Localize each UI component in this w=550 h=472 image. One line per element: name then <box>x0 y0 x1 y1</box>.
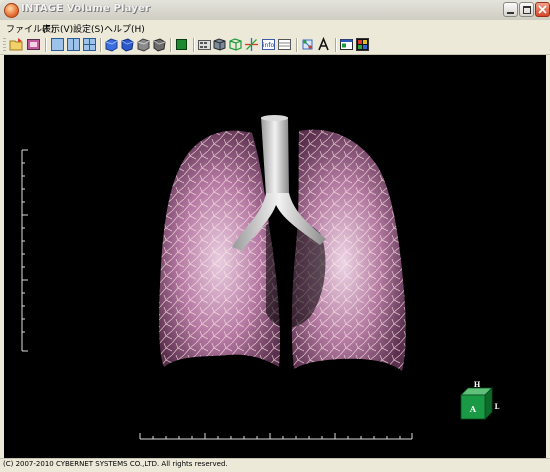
open-file-icon <box>9 38 23 51</box>
maximize-button[interactable] <box>519 2 534 17</box>
palette-button[interactable] <box>355 37 370 52</box>
svg-text:info: info <box>263 42 275 49</box>
layout-single-icon <box>51 38 64 51</box>
export-icon <box>27 39 40 50</box>
volume-blue-rotate-button[interactable] <box>120 37 135 52</box>
window-icon <box>340 39 353 50</box>
horizontal-scale-ruler <box>139 433 413 440</box>
menu-settings[interactable]: 設定(S) <box>73 22 104 35</box>
minimize-button[interactable] <box>503 2 518 17</box>
layout-double-icon <box>67 38 80 51</box>
toolbar-separator <box>45 38 47 52</box>
toolbar: info <box>0 36 550 55</box>
volume-green-icon <box>176 39 187 50</box>
menu-bar: ファイル(F) 表示(V) 設定(S) ヘルプ(H) <box>0 20 550 36</box>
grid-icon <box>278 39 291 50</box>
wireframe-cube-icon <box>229 38 242 51</box>
copyright-text: (C) 2007-2010 CYBERNET SYSTEMS CO.,LTD. … <box>3 460 228 468</box>
app-icon[interactable] <box>4 3 19 18</box>
volume-blue-rotate-icon <box>121 38 134 52</box>
close-icon <box>538 5 547 14</box>
minimize-icon <box>507 12 514 14</box>
wireframe-cube-button[interactable] <box>228 37 243 52</box>
close-button[interactable] <box>535 2 550 17</box>
network-button[interactable] <box>300 37 315 52</box>
palette-icon <box>356 38 369 51</box>
app-window: INTAGE Volume Player ファイル(F) 表示(V) 設定(S)… <box>0 0 550 472</box>
volume-viewport[interactable]: A H L <box>4 55 546 458</box>
layout-single-button[interactable] <box>50 37 65 52</box>
layout-quad-icon <box>83 38 96 51</box>
volume-gray-button[interactable] <box>136 37 151 52</box>
volume-gray-icon <box>137 38 150 52</box>
toolbar-separator <box>335 38 337 52</box>
animation-icon <box>198 40 211 50</box>
info-icon: info <box>262 39 275 50</box>
toolbar-separator <box>170 38 172 52</box>
toolbar-grip[interactable] <box>3 38 6 52</box>
axes-icon <box>245 38 258 51</box>
maximize-icon <box>523 6 531 14</box>
open-file-button[interactable] <box>9 37 24 52</box>
volume-render-canvas[interactable]: A H L <box>4 55 546 458</box>
layout-double-button[interactable] <box>66 37 81 52</box>
volume-gray-dark-icon <box>153 38 166 52</box>
grid-button[interactable] <box>277 37 292 52</box>
animation-button[interactable] <box>197 37 212 52</box>
window-button[interactable] <box>339 37 354 52</box>
volume-cube-icon <box>213 38 226 51</box>
status-bar: (C) 2007-2010 CYBERNET SYSTEMS CO.,LTD. … <box>0 458 550 472</box>
text-annotation-icon <box>318 37 329 51</box>
volume-blue-icon <box>105 38 118 52</box>
toolbar-separator <box>193 38 195 52</box>
toolbar-separator <box>296 38 298 52</box>
volume-gray-dark-button[interactable] <box>152 37 167 52</box>
toolbar-separator <box>100 38 102 52</box>
volume-blue-button[interactable] <box>104 37 119 52</box>
axes-button[interactable] <box>244 37 259 52</box>
volume-cube-button[interactable] <box>212 37 227 52</box>
vertical-scale-ruler <box>21 149 28 352</box>
text-annotation-button[interactable] <box>316 37 331 52</box>
network-icon <box>302 39 313 50</box>
orientation-label-top: H <box>474 380 481 389</box>
layout-quad-button[interactable] <box>82 37 97 52</box>
export-button[interactable] <box>26 37 41 52</box>
orientation-cube[interactable]: A H L <box>460 380 500 420</box>
volume-green-button[interactable] <box>174 37 189 52</box>
orientation-label-front: A <box>469 404 477 414</box>
title-bar[interactable]: INTAGE Volume Player <box>0 0 550 21</box>
left-lung <box>159 130 281 367</box>
info-button[interactable]: info <box>261 37 276 52</box>
window-title: INTAGE Volume Player <box>21 3 151 14</box>
orientation-label-right: L <box>495 402 500 411</box>
menu-view[interactable]: 表示(V) <box>42 22 73 35</box>
menu-help[interactable]: ヘルプ(H) <box>104 22 145 35</box>
